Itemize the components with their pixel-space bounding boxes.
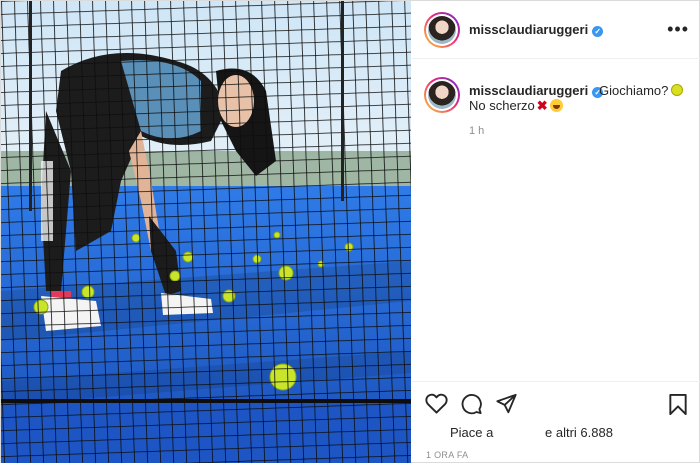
likes-count-link[interactable]: e altri 6.888 [545,425,613,440]
header-username-text[interactable]: missclaudiaruggeri [469,22,588,37]
verified-badge-icon: ✓ [592,26,604,37]
caption-username-text[interactable]: missclaudiaruggeri [469,83,588,98]
post-time-ago[interactable]: 1 ORA FA [426,450,468,460]
avatar[interactable] [424,12,460,48]
post-actions: Piace a e altri 6.888 1 ORA FA [412,381,700,463]
post-header: missclaudiaruggeri ✓ ••• [412,1,700,59]
avatar-image [428,16,456,44]
laughing-emoji-icon [549,99,563,112]
avatar-image [428,81,456,109]
caption-timestamp[interactable]: 1 h [469,125,484,137]
header-username[interactable]: missclaudiaruggeri ✓ [469,22,604,37]
caption-username[interactable]: missclaudiaruggeri ✓ [469,83,604,98]
caption-avatar[interactable] [424,77,460,113]
cross-mark-emoji-icon: ✖ [536,98,548,113]
like-heart-icon[interactable] [425,393,448,419]
comment-icon[interactable] [460,393,483,420]
caption-text: Giochiamo? [599,83,684,98]
more-options-icon[interactable]: ••• [667,20,689,38]
instagram-post: missclaudiaruggeri ✓ ••• missclaudiarugge… [0,0,700,463]
tennis-ball-emoji-icon [671,84,684,96]
likes-prefix: Piace a [450,425,494,440]
save-bookmark-icon[interactable] [668,393,688,421]
post-sidebar: missclaudiaruggeri ✓ ••• missclaudiarugge… [412,1,700,463]
share-paper-plane-icon[interactable] [495,393,518,420]
caption-text-main: Giochiamo? [599,83,669,98]
caption-line-2-text: No scherzo [469,98,535,113]
post-photo[interactable] [1,1,411,463]
caption-line-2: No scherzo ✖ [469,98,563,114]
padel-court-image [1,1,411,463]
